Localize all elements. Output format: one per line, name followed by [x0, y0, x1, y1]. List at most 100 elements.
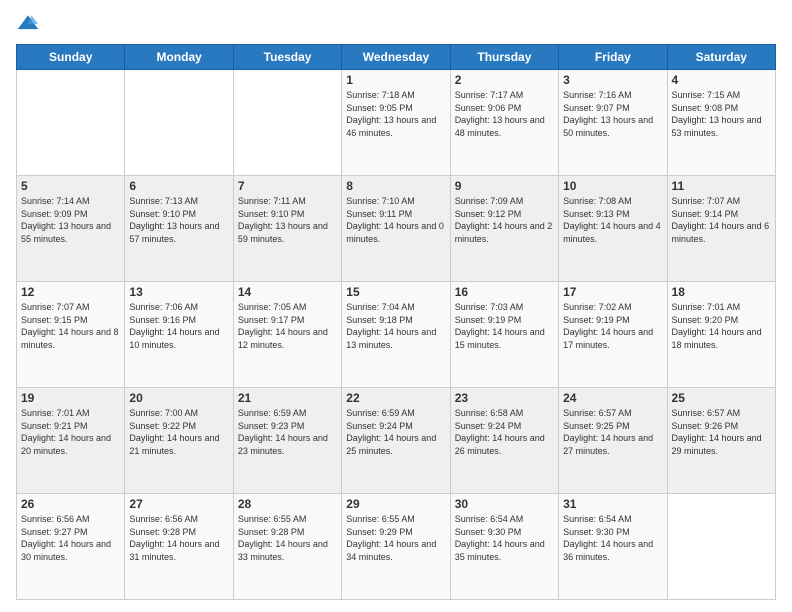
day-number: 17: [563, 285, 662, 299]
day-cell: 24 Sunrise: 6:57 AM Sunset: 9:25 PM Dayli…: [559, 388, 667, 494]
col-header-monday: Monday: [125, 45, 233, 70]
day-cell: 26 Sunrise: 6:56 AM Sunset: 9:27 PM Dayli…: [17, 494, 125, 600]
day-cell: 6 Sunrise: 7:13 AM Sunset: 9:10 PM Daylig…: [125, 176, 233, 282]
day-number: 20: [129, 391, 228, 405]
day-cell: 3Sunrise: 7:16 AM Sunset: 9:07 PM Daylig…: [559, 70, 667, 176]
day-cell: [233, 70, 341, 176]
day-cell: 31 Sunrise: 6:54 AM Sunset: 9:30 PM Dayli…: [559, 494, 667, 600]
day-cell: [667, 494, 775, 600]
day-info: Sunrise: 6:57 AM Sunset: 9:26 PM Dayligh…: [672, 407, 771, 457]
week-row-1: 5Sunrise: 7:14 AM Sunset: 9:09 PM Daylig…: [17, 176, 776, 282]
day-number: 6: [129, 179, 228, 193]
day-info: Sunrise: 7:15 AM Sunset: 9:08 PM Dayligh…: [672, 89, 771, 139]
day-cell: [125, 70, 233, 176]
day-info: Sunrise: 6:59 AM Sunset: 9:24 PM Dayligh…: [346, 407, 445, 457]
day-number: 11: [672, 179, 771, 193]
day-info: Sunrise: 7:07 AM Sunset: 9:14 PM Dayligh…: [672, 195, 771, 245]
day-number: 19: [21, 391, 120, 405]
header: [16, 12, 776, 36]
day-number: 4: [672, 73, 771, 87]
day-number: 8: [346, 179, 445, 193]
day-number: 18: [672, 285, 771, 299]
day-cell: 27 Sunrise: 6:56 AM Sunset: 9:28 PM Dayli…: [125, 494, 233, 600]
day-info: Sunrise: 7:08 AM Sunset: 9:13 PM Dayligh…: [563, 195, 662, 245]
day-cell: 7 Sunrise: 7:11 AM Sunset: 9:10 PM Daylig…: [233, 176, 341, 282]
day-info: Sunrise: 7:10 AM Sunset: 9:11 PM Dayligh…: [346, 195, 445, 245]
day-cell: 16Sunrise: 7:03 AM Sunset: 9:19 PM Dayli…: [450, 282, 558, 388]
day-info: Sunrise: 7:11 AM Sunset: 9:10 PM Dayligh…: [238, 195, 337, 245]
day-cell: 22 Sunrise: 6:59 AM Sunset: 9:24 PM Dayli…: [342, 388, 450, 494]
day-info: Sunrise: 7:18 AM Sunset: 9:05 PM Dayligh…: [346, 89, 445, 139]
day-info: Sunrise: 7:00 AM Sunset: 9:22 PM Dayligh…: [129, 407, 228, 457]
header-row: SundayMondayTuesdayWednesdayThursdayFrid…: [17, 45, 776, 70]
day-cell: 28 Sunrise: 6:55 AM Sunset: 9:28 PM Dayli…: [233, 494, 341, 600]
col-header-tuesday: Tuesday: [233, 45, 341, 70]
day-cell: 25 Sunrise: 6:57 AM Sunset: 9:26 PM Dayli…: [667, 388, 775, 494]
day-info: Sunrise: 7:13 AM Sunset: 9:10 PM Dayligh…: [129, 195, 228, 245]
day-info: Sunrise: 6:55 AM Sunset: 9:29 PM Dayligh…: [346, 513, 445, 563]
day-info: Sunrise: 6:56 AM Sunset: 9:27 PM Dayligh…: [21, 513, 120, 563]
day-info: Sunrise: 6:54 AM Sunset: 9:30 PM Dayligh…: [563, 513, 662, 563]
day-info: Sunrise: 7:02 AM Sunset: 9:19 PM Dayligh…: [563, 301, 662, 351]
day-number: 30: [455, 497, 554, 511]
day-info: Sunrise: 7:01 AM Sunset: 9:20 PM Dayligh…: [672, 301, 771, 351]
day-cell: 13 Sunrise: 7:06 AM Sunset: 9:16 PM Dayli…: [125, 282, 233, 388]
calendar-table: SundayMondayTuesdayWednesdayThursdayFrid…: [16, 44, 776, 600]
day-cell: 18 Sunrise: 7:01 AM Sunset: 9:20 PM Dayli…: [667, 282, 775, 388]
day-info: Sunrise: 6:56 AM Sunset: 9:28 PM Dayligh…: [129, 513, 228, 563]
day-number: 25: [672, 391, 771, 405]
day-info: Sunrise: 7:07 AM Sunset: 9:15 PM Dayligh…: [21, 301, 120, 351]
day-number: 27: [129, 497, 228, 511]
week-row-4: 26 Sunrise: 6:56 AM Sunset: 9:27 PM Dayli…: [17, 494, 776, 600]
day-cell: 4 Sunrise: 7:15 AM Sunset: 9:08 PM Daylig…: [667, 70, 775, 176]
day-cell: 17 Sunrise: 7:02 AM Sunset: 9:19 PM Dayli…: [559, 282, 667, 388]
day-cell: 11 Sunrise: 7:07 AM Sunset: 9:14 PM Dayli…: [667, 176, 775, 282]
day-cell: 29 Sunrise: 6:55 AM Sunset: 9:29 PM Dayli…: [342, 494, 450, 600]
logo: [16, 12, 44, 36]
day-number: 26: [21, 497, 120, 511]
day-number: 12: [21, 285, 120, 299]
day-cell: 1 Sunrise: 7:18 AM Sunset: 9:05 PM Daylig…: [342, 70, 450, 176]
day-info: Sunrise: 7:09 AM Sunset: 9:12 PM Dayligh…: [455, 195, 554, 245]
week-row-2: 12 Sunrise: 7:07 AM Sunset: 9:15 PM Dayli…: [17, 282, 776, 388]
day-cell: 8 Sunrise: 7:10 AM Sunset: 9:11 PM Daylig…: [342, 176, 450, 282]
day-number: 22: [346, 391, 445, 405]
day-number: 7: [238, 179, 337, 193]
day-cell: 30 Sunrise: 6:54 AM Sunset: 9:30 PM Dayli…: [450, 494, 558, 600]
day-info: Sunrise: 6:59 AM Sunset: 9:23 PM Dayligh…: [238, 407, 337, 457]
day-cell: 9Sunrise: 7:09 AM Sunset: 9:12 PM Daylig…: [450, 176, 558, 282]
day-number: 24: [563, 391, 662, 405]
day-cell: 20 Sunrise: 7:00 AM Sunset: 9:22 PM Dayli…: [125, 388, 233, 494]
col-header-wednesday: Wednesday: [342, 45, 450, 70]
day-cell: 12 Sunrise: 7:07 AM Sunset: 9:15 PM Dayli…: [17, 282, 125, 388]
day-info: Sunrise: 7:06 AM Sunset: 9:16 PM Dayligh…: [129, 301, 228, 351]
day-info: Sunrise: 7:16 AM Sunset: 9:07 PM Dayligh…: [563, 89, 662, 139]
day-info: Sunrise: 7:05 AM Sunset: 9:17 PM Dayligh…: [238, 301, 337, 351]
day-info: Sunrise: 6:55 AM Sunset: 9:28 PM Dayligh…: [238, 513, 337, 563]
day-number: 13: [129, 285, 228, 299]
day-number: 31: [563, 497, 662, 511]
day-info: Sunrise: 6:54 AM Sunset: 9:30 PM Dayligh…: [455, 513, 554, 563]
day-cell: 19Sunrise: 7:01 AM Sunset: 9:21 PM Dayli…: [17, 388, 125, 494]
day-info: Sunrise: 6:57 AM Sunset: 9:25 PM Dayligh…: [563, 407, 662, 457]
day-number: 28: [238, 497, 337, 511]
day-info: Sunrise: 7:14 AM Sunset: 9:09 PM Dayligh…: [21, 195, 120, 245]
col-header-thursday: Thursday: [450, 45, 558, 70]
day-cell: 23Sunrise: 6:58 AM Sunset: 9:24 PM Dayli…: [450, 388, 558, 494]
week-row-0: 1 Sunrise: 7:18 AM Sunset: 9:05 PM Daylig…: [17, 70, 776, 176]
day-number: 1: [346, 73, 445, 87]
day-info: Sunrise: 7:17 AM Sunset: 9:06 PM Dayligh…: [455, 89, 554, 139]
page: SundayMondayTuesdayWednesdayThursdayFrid…: [0, 0, 792, 612]
day-number: 14: [238, 285, 337, 299]
day-cell: 10Sunrise: 7:08 AM Sunset: 9:13 PM Dayli…: [559, 176, 667, 282]
day-number: 21: [238, 391, 337, 405]
col-header-saturday: Saturday: [667, 45, 775, 70]
day-number: 23: [455, 391, 554, 405]
day-number: 29: [346, 497, 445, 511]
day-cell: 14 Sunrise: 7:05 AM Sunset: 9:17 PM Dayli…: [233, 282, 341, 388]
day-number: 16: [455, 285, 554, 299]
day-cell: 15Sunrise: 7:04 AM Sunset: 9:18 PM Dayli…: [342, 282, 450, 388]
day-number: 2: [455, 73, 554, 87]
day-info: Sunrise: 7:04 AM Sunset: 9:18 PM Dayligh…: [346, 301, 445, 351]
day-cell: 5Sunrise: 7:14 AM Sunset: 9:09 PM Daylig…: [17, 176, 125, 282]
